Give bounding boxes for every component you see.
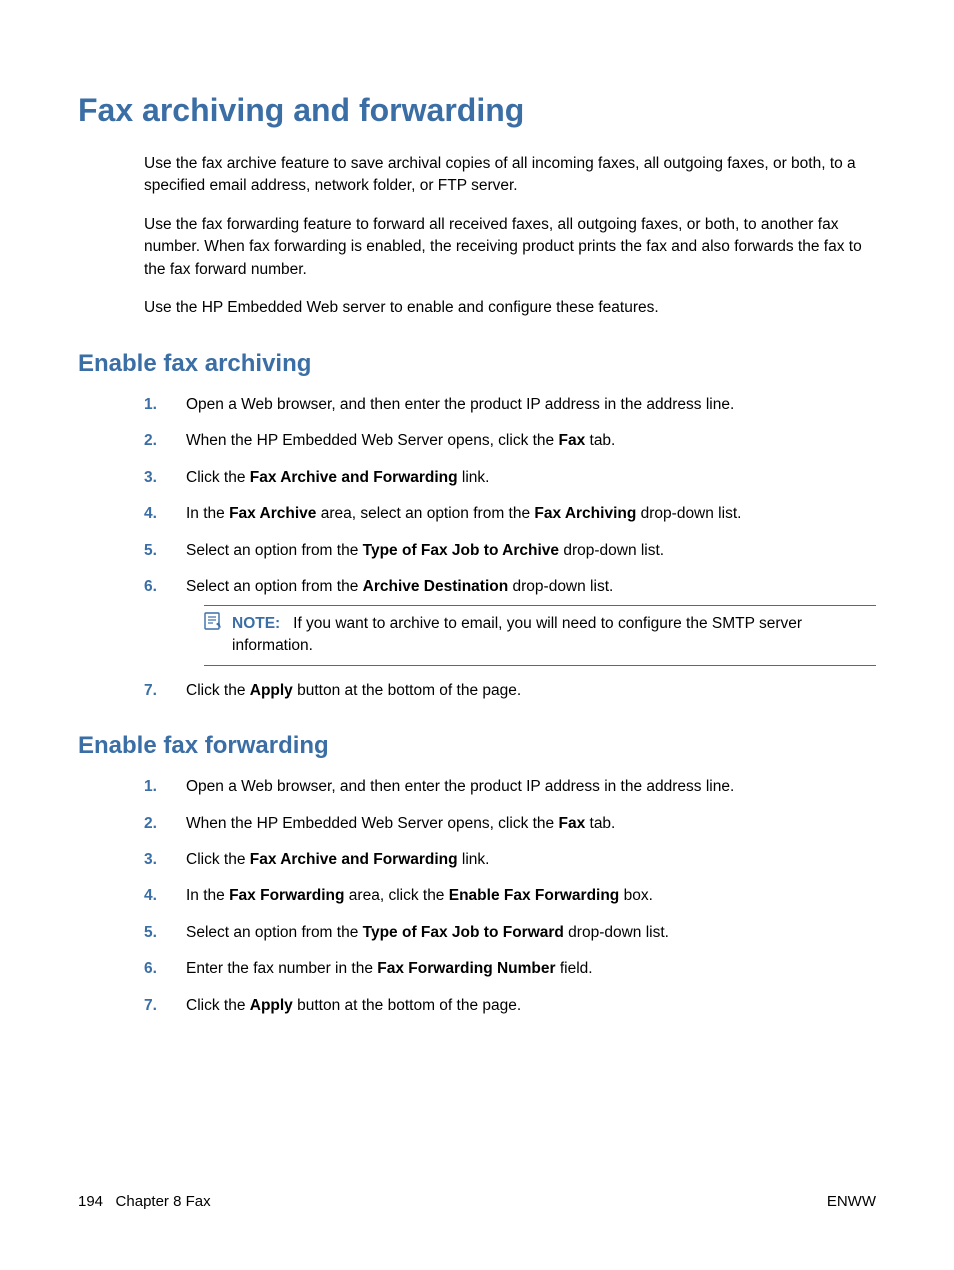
step-text: drop-down list.: [564, 924, 669, 941]
note-label: NOTE:: [232, 615, 280, 632]
step-text: Open a Web browser, and then enter the p…: [186, 778, 734, 795]
list-item: 2. When the HP Embedded Web Server opens…: [144, 813, 876, 835]
ui-label: Enable Fax Forwarding: [449, 887, 620, 904]
step-text: Open a Web browser, and then enter the p…: [186, 396, 734, 413]
document-page: Fax archiving and forwarding Use the fax…: [0, 0, 954, 1270]
list-item: 7. Click the Apply button at the bottom …: [144, 680, 876, 702]
footer-right: ENWW: [827, 1193, 876, 1210]
step-number: 2.: [144, 430, 157, 452]
step-text: Select an option from the: [186, 542, 363, 559]
step-number: 3.: [144, 467, 157, 489]
section-heading-forwarding: Enable fax forwarding: [78, 732, 876, 760]
ui-label: Fax Archive and Forwarding: [250, 851, 458, 868]
step-text: Select an option from the: [186, 924, 363, 941]
step-text: link.: [458, 469, 490, 486]
step-text: Click the: [186, 997, 250, 1014]
steps-forwarding: 1. Open a Web browser, and then enter th…: [144, 776, 876, 1017]
list-item: 3. Click the Fax Archive and Forwarding …: [144, 849, 876, 871]
step-text: When the HP Embedded Web Server opens, c…: [186, 815, 558, 832]
step-text: drop-down list.: [636, 505, 741, 522]
note-text: If you want to archive to email, you wil…: [232, 615, 802, 654]
list-item: 6. Enter the fax number in the Fax Forwa…: [144, 958, 876, 980]
chapter-label: Chapter 8 Fax: [116, 1193, 211, 1210]
steps-archiving: 1. Open a Web browser, and then enter th…: [144, 394, 876, 702]
step-text: tab.: [585, 432, 615, 449]
list-item: 1. Open a Web browser, and then enter th…: [144, 776, 876, 798]
ui-label: Fax: [558, 815, 585, 832]
step-number: 7.: [144, 995, 157, 1017]
page-title: Fax archiving and forwarding: [78, 92, 876, 129]
step-text: In the: [186, 887, 229, 904]
step-text: area, click the: [345, 887, 449, 904]
step-number: 7.: [144, 680, 157, 702]
step-text: Click the: [186, 469, 250, 486]
step-text: drop-down list.: [559, 542, 664, 559]
ui-label: Fax: [558, 432, 585, 449]
ui-label: Fax Forwarding Number: [377, 960, 555, 977]
ui-label: Apply: [250, 997, 293, 1014]
list-item: 1. Open a Web browser, and then enter th…: [144, 394, 876, 416]
intro-paragraph: Use the fax forwarding feature to forwar…: [144, 214, 876, 281]
list-item: 2. When the HP Embedded Web Server opens…: [144, 430, 876, 452]
ui-label: Archive Destination: [363, 578, 509, 595]
step-number: 4.: [144, 503, 157, 525]
step-text: Click the: [186, 682, 250, 699]
ui-label: Fax Archive: [229, 505, 316, 522]
step-number: 5.: [144, 540, 157, 562]
ui-label: Fax Archive and Forwarding: [250, 469, 458, 486]
step-text: button at the bottom of the page.: [293, 682, 521, 699]
step-number: 6.: [144, 576, 157, 598]
list-item: 4. In the Fax Archive area, select an op…: [144, 503, 876, 525]
step-text: link.: [458, 851, 490, 868]
step-number: 1.: [144, 776, 157, 798]
note-callout: NOTE: If you want to archive to email, y…: [204, 605, 876, 666]
intro-paragraph: Use the fax archive feature to save arch…: [144, 153, 876, 198]
ui-label: Fax Forwarding: [229, 887, 344, 904]
list-item: 3. Click the Fax Archive and Forwarding …: [144, 467, 876, 489]
step-text: drop-down list.: [508, 578, 613, 595]
intro-block: Use the fax archive feature to save arch…: [144, 153, 876, 320]
step-number: 6.: [144, 958, 157, 980]
list-item: 7. Click the Apply button at the bottom …: [144, 995, 876, 1017]
list-item: 4. In the Fax Forwarding area, click the…: [144, 885, 876, 907]
list-item: 6. Select an option from the Archive Des…: [144, 576, 876, 665]
note-icon: [204, 612, 224, 630]
step-text: button at the bottom of the page.: [293, 997, 521, 1014]
page-number: 194: [78, 1193, 103, 1210]
step-text: field.: [556, 960, 593, 977]
step-text: Select an option from the: [186, 578, 363, 595]
step-text: Enter the fax number in the: [186, 960, 377, 977]
footer-left: 194 Chapter 8 Fax: [78, 1193, 211, 1210]
step-text: area, select an option from the: [316, 505, 534, 522]
step-number: 1.: [144, 394, 157, 416]
step-text: In the: [186, 505, 229, 522]
list-item: 5. Select an option from the Type of Fax…: [144, 540, 876, 562]
list-item: 5. Select an option from the Type of Fax…: [144, 922, 876, 944]
ui-label: Type of Fax Job to Forward: [363, 924, 564, 941]
step-number: 4.: [144, 885, 157, 907]
step-text: box.: [619, 887, 653, 904]
step-text: Click the: [186, 851, 250, 868]
ui-label: Fax Archiving: [534, 505, 636, 522]
step-text: When the HP Embedded Web Server opens, c…: [186, 432, 558, 449]
step-number: 3.: [144, 849, 157, 871]
section-heading-archiving: Enable fax archiving: [78, 350, 876, 378]
step-number: 2.: [144, 813, 157, 835]
intro-paragraph: Use the HP Embedded Web server to enable…: [144, 297, 876, 319]
ui-label: Type of Fax Job to Archive: [363, 542, 559, 559]
ui-label: Apply: [250, 682, 293, 699]
step-number: 5.: [144, 922, 157, 944]
page-footer: 194 Chapter 8 Fax ENWW: [78, 1193, 876, 1210]
step-text: tab.: [585, 815, 615, 832]
